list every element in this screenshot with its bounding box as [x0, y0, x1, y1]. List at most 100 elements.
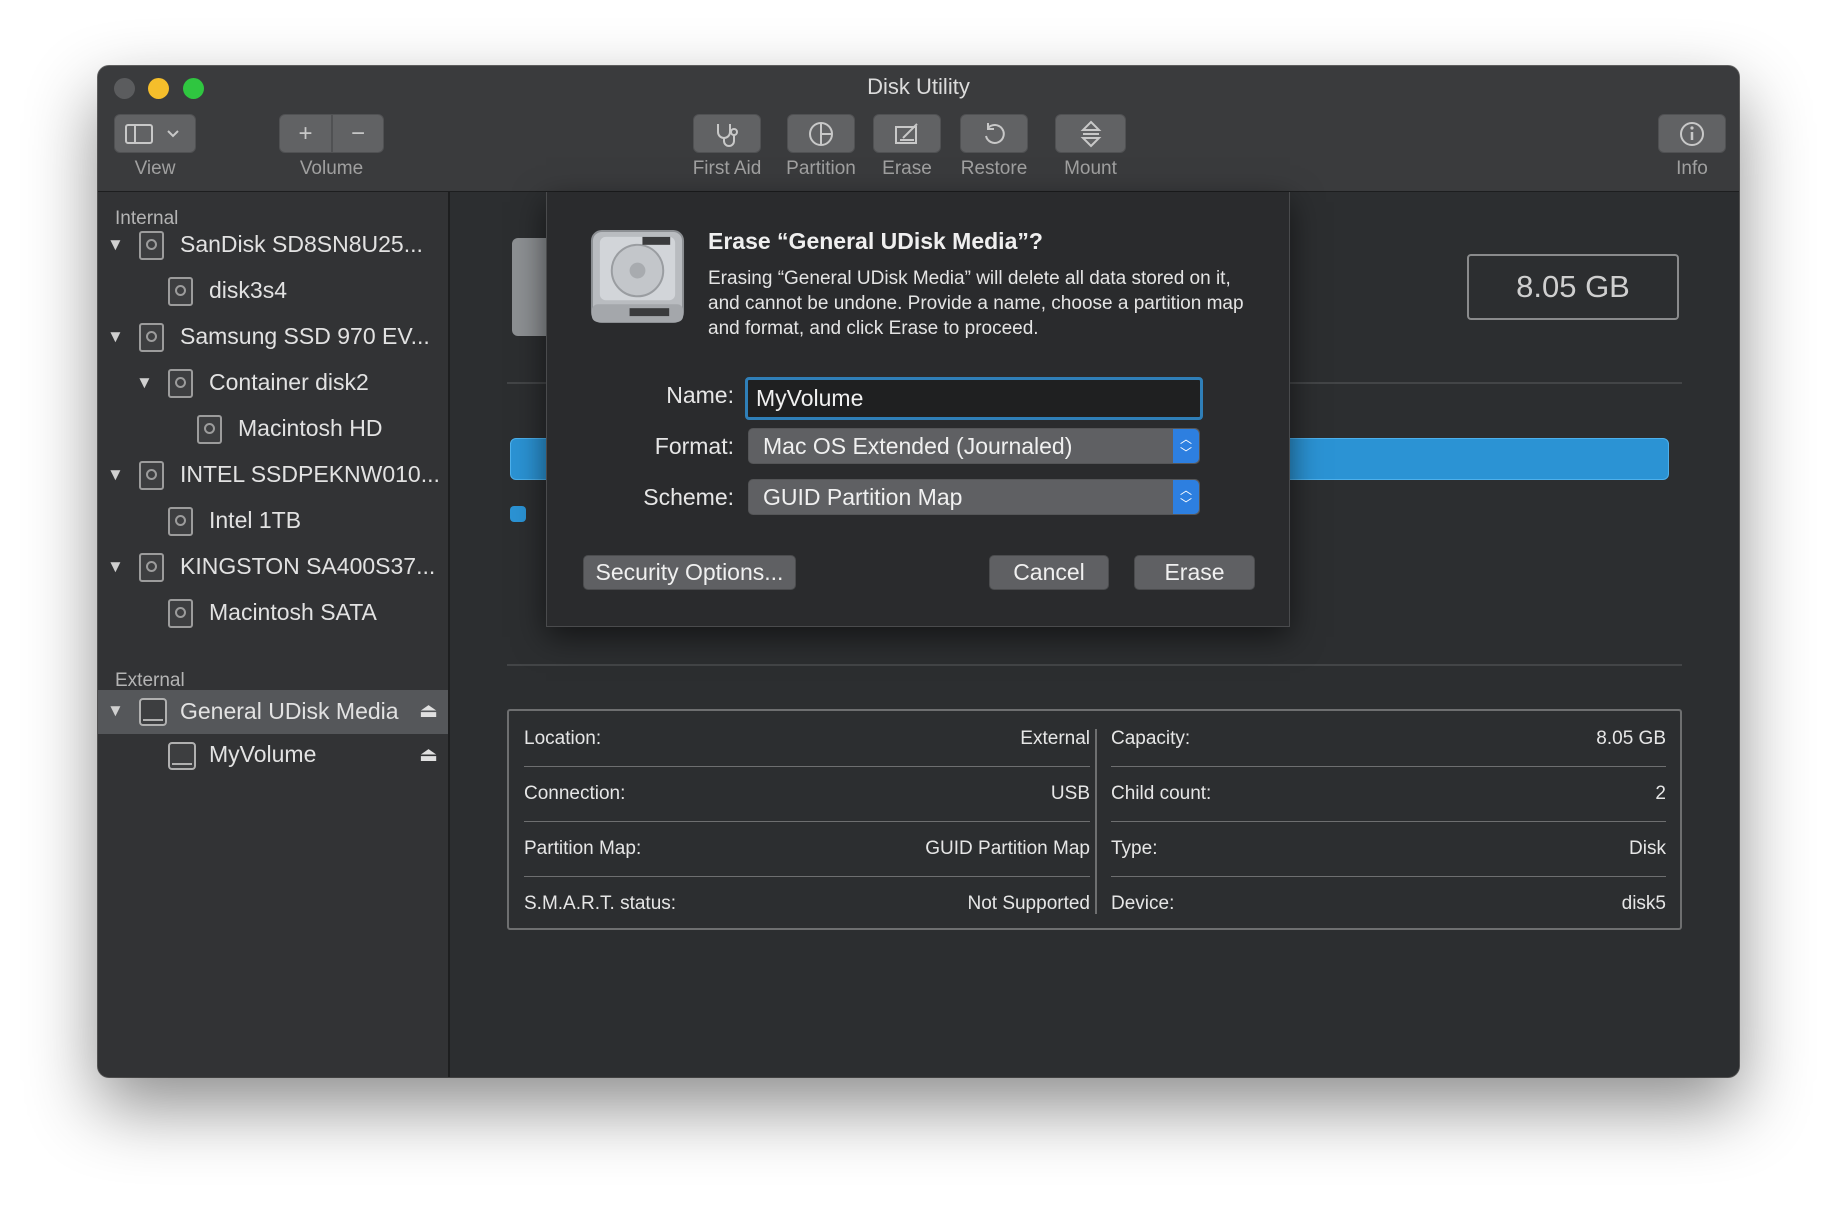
window-title: Disk Utility — [867, 74, 970, 99]
internal-disk-icon — [139, 323, 164, 352]
sidebar-toggle-icon — [125, 123, 179, 144]
minus-icon: − — [350, 119, 365, 147]
sidebar-item-label: Container disk2 — [209, 369, 369, 395]
internal-disk-icon — [139, 461, 164, 490]
sidebar-item-myvolume[interactable]: MyVolume ⏏ — [98, 736, 448, 776]
disclosure-triangle-icon[interactable]: ▼ — [107, 465, 124, 485]
sidebar-item-label: General UDisk Media — [180, 698, 399, 724]
pie-chart-icon — [809, 121, 833, 146]
capacity-display: 8.05 GB — [1467, 254, 1679, 320]
chevron-up-down-icon: ︿ ﹀ — [1173, 480, 1199, 514]
sidebar-item-label: KINGSTON SA400S37... — [180, 553, 436, 579]
stethoscope-icon — [717, 123, 738, 147]
partition-button[interactable] — [787, 114, 855, 153]
format-value: Mac OS Extended (Journaled) — [763, 433, 1073, 459]
sidebar-item-label: SanDisk SD8SN8U25... — [180, 231, 423, 257]
first-aid-button[interactable] — [693, 114, 761, 153]
sidebar-item-macintosh-sata[interactable]: Macintosh SATA — [98, 594, 448, 634]
view-label: View — [134, 158, 176, 179]
sidebar-item-intel[interactable]: ▼ INTEL SSDPEKNW010... — [98, 456, 448, 496]
sidebar-item-label: disk3s4 — [209, 277, 287, 303]
info-row-connection: Connection: USB — [524, 783, 1090, 804]
erase-icon — [895, 122, 918, 144]
name-label: Name: — [666, 382, 734, 408]
eject-icon[interactable]: ⏏ — [419, 742, 438, 767]
erase-dialog: Erase “General UDisk Media”? Erasing “Ge… — [546, 192, 1290, 627]
scheme-value: GUID Partition Map — [763, 484, 963, 510]
info-row-partition-map: Partition Map: GUID Partition Map — [524, 838, 1090, 859]
info-label: Info — [1676, 158, 1708, 179]
erase-toolbar-button[interactable] — [873, 114, 941, 153]
hard-drive-icon — [590, 229, 685, 324]
dialog-title: Erase “General UDisk Media”? — [708, 228, 1043, 254]
sidebar-item-label: MyVolume — [209, 741, 317, 767]
disk-utility-window: Disk Utility View + − Volume First Aid P… — [98, 66, 1739, 1077]
format-select[interactable]: Mac OS Extended (Journaled) ︿ ﹀ — [748, 428, 1200, 464]
scheme-select[interactable]: GUID Partition Map ︿ ﹀ — [748, 479, 1200, 515]
restore-icon — [985, 122, 1005, 144]
erase-label: Erase — [882, 158, 932, 179]
mount-label: Mount — [1064, 158, 1117, 179]
disclosure-triangle-icon[interactable]: ▼ — [107, 235, 124, 255]
sidebar-item-label: INTEL SSDPEKNW010... — [180, 461, 440, 487]
partition-label: Partition — [786, 158, 856, 179]
disclosure-triangle-icon[interactable]: ▼ — [107, 557, 124, 577]
info-row-type: Type: Disk — [1111, 838, 1666, 859]
restore-button[interactable] — [960, 114, 1028, 153]
sidebar-item-label: Macintosh SATA — [209, 599, 377, 625]
sidebar-item-sandisk[interactable]: ▼ SanDisk SD8SN8U25... — [98, 226, 448, 266]
internal-disk-icon — [168, 277, 193, 306]
toolbar: Disk Utility View + − Volume First Aid P… — [98, 66, 1739, 192]
mount-button[interactable] — [1055, 114, 1126, 153]
chevron-up-down-icon: ︿ ﹀ — [1173, 429, 1199, 463]
scheme-label: Scheme: — [643, 484, 734, 510]
info-icon — [1680, 121, 1704, 146]
internal-disk-icon — [139, 553, 164, 582]
info-row-device: Device: disk5 — [1111, 893, 1666, 914]
dialog-message: Erasing “General UDisk Media” will delet… — [708, 268, 1244, 339]
security-options-button[interactable]: Security Options... — [583, 555, 796, 590]
info-row-capacity: Capacity: 8.05 GB — [1111, 728, 1666, 749]
sidebar-item-label: Intel 1TB — [209, 507, 302, 533]
erase-button[interactable]: Erase — [1134, 555, 1255, 590]
mount-icon — [1080, 120, 1101, 147]
sidebar: Internal ▼ SanDisk SD8SN8U25... disk3s4 … — [98, 192, 450, 1077]
plus-icon: + — [298, 119, 313, 147]
external-section-header: External — [115, 670, 185, 691]
disclosure-triangle-icon[interactable]: ▼ — [107, 701, 124, 721]
sidebar-item-kingston[interactable]: ▼ KINGSTON SA400S37... — [98, 548, 448, 588]
eject-icon[interactable]: ⏏ — [419, 698, 438, 723]
container-icon — [168, 369, 193, 398]
external-volume-icon — [168, 742, 196, 770]
sidebar-item-intel-1tb[interactable]: Intel 1TB — [98, 502, 448, 542]
internal-disk-icon — [139, 231, 164, 260]
sidebar-item-samsung[interactable]: ▼ Samsung SSD 970 EV... — [98, 318, 448, 358]
sidebar-item-container-disk2[interactable]: ▼ Container disk2 — [98, 364, 448, 404]
external-disk-icon — [139, 698, 167, 726]
sidebar-item-label: Samsung SSD 970 EV... — [180, 323, 430, 349]
info-row-location: Location: External — [524, 728, 1090, 749]
sidebar-item-general-udisk-media[interactable]: ▼ General UDisk Media ⏏ — [98, 690, 448, 734]
info-row-smart-status: S.M.A.R.T. status: Not Supported — [524, 893, 1090, 914]
usage-legend-swatch — [510, 506, 526, 522]
disclosure-triangle-icon[interactable]: ▼ — [107, 327, 124, 347]
divider — [507, 664, 1682, 666]
volume-name-input[interactable] — [745, 377, 1203, 420]
column-divider — [1095, 729, 1097, 914]
internal-disk-icon — [168, 599, 193, 628]
internal-disk-icon — [197, 415, 222, 444]
format-label: Format: — [654, 433, 734, 459]
sidebar-item-disk3s4[interactable]: disk3s4 — [98, 272, 448, 312]
first-aid-label: First Aid — [692, 158, 762, 179]
add-volume-button[interactable]: + — [279, 114, 332, 153]
disclosure-triangle-icon[interactable]: ▼ — [136, 373, 153, 393]
sidebar-item-macintosh-hd[interactable]: Macintosh HD — [98, 410, 448, 450]
restore-label: Restore — [960, 158, 1028, 179]
info-table: Location: External Connection: USB Parti… — [507, 709, 1682, 930]
cancel-button[interactable]: Cancel — [989, 555, 1109, 590]
info-button[interactable] — [1658, 114, 1726, 153]
remove-volume-button[interactable]: − — [332, 114, 384, 153]
view-button[interactable] — [114, 114, 196, 153]
info-row-child-count: Child count: 2 — [1111, 783, 1666, 804]
sidebar-item-label: Macintosh HD — [238, 415, 383, 441]
